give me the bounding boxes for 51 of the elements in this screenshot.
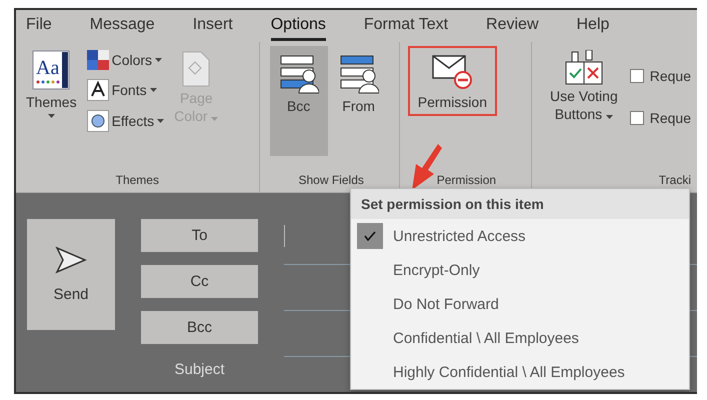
caret-icon	[48, 114, 55, 118]
ribbon-tab[interactable]: File	[26, 12, 52, 40]
ballot-icon	[564, 50, 604, 86]
colors-button[interactable]: Colors	[86, 48, 164, 72]
checkbox[interactable]	[630, 111, 644, 125]
field-toggle-button[interactable]: Bcc	[270, 46, 328, 156]
permission-button[interactable]: Permission	[408, 46, 497, 116]
colors-icon	[86, 50, 109, 70]
themes-icon: Aa	[32, 50, 70, 90]
ribbon-tab[interactable]: Help	[576, 12, 610, 40]
group-label: Show Fields	[298, 172, 365, 189]
menu-item[interactable]: Confidential \ All Employees	[351, 321, 689, 355]
ribbon-tab[interactable]: Format Text	[364, 12, 448, 40]
fonts-icon	[86, 79, 109, 101]
text-cursor	[284, 225, 285, 247]
caret-icon	[211, 117, 218, 121]
send-button[interactable]: Send	[27, 219, 115, 330]
group-label: Tracki	[658, 172, 691, 189]
caret-icon	[606, 115, 614, 119]
address-field-button[interactable]: Cc	[141, 265, 258, 298]
group-label: Themes	[114, 172, 160, 189]
caret-icon	[150, 88, 157, 92]
ribbon-tab[interactable]: Review	[486, 12, 538, 40]
address-field-button[interactable]: Bcc	[141, 311, 258, 344]
menu-header: Set permission on this item	[351, 189, 689, 219]
menu-item[interactable]: Encrypt-Only	[351, 253, 689, 287]
page-paint-icon	[181, 50, 212, 88]
form-person-icon	[338, 54, 379, 94]
menu-item[interactable]: Do Not Forward	[351, 287, 689, 321]
checkbox[interactable]	[630, 69, 644, 83]
ribbon-tab[interactable]: Insert	[192, 12, 233, 40]
address-field-button[interactable]: To	[141, 219, 258, 252]
menu-item[interactable]: Highly Confidential \ All Employees	[351, 355, 689, 389]
caret-icon	[155, 58, 162, 62]
check-mark-icon	[364, 231, 376, 241]
checkbox-label: Reque	[650, 68, 691, 84]
subject-label: Subject	[173, 361, 226, 378]
field-toggle-button[interactable]: From	[330, 46, 388, 156]
fonts-button[interactable]: Fonts	[86, 77, 164, 103]
themes-button[interactable]: Aa Themes	[22, 46, 81, 170]
ribbon-tab[interactable]: Message	[90, 12, 155, 40]
menu-item[interactable]: Unrestricted Access	[351, 219, 689, 253]
effects-icon	[86, 110, 109, 132]
effects-button[interactable]: Effects	[86, 108, 164, 134]
voting-button[interactable]: Use Voting Buttons	[546, 46, 622, 170]
caret-icon	[157, 119, 164, 123]
send-icon	[55, 246, 87, 274]
form-person-icon	[278, 54, 319, 94]
group-label: Permission	[436, 172, 498, 189]
checkbox-label: Reque	[650, 110, 691, 126]
ribbon-tab[interactable]: Options	[270, 12, 326, 40]
